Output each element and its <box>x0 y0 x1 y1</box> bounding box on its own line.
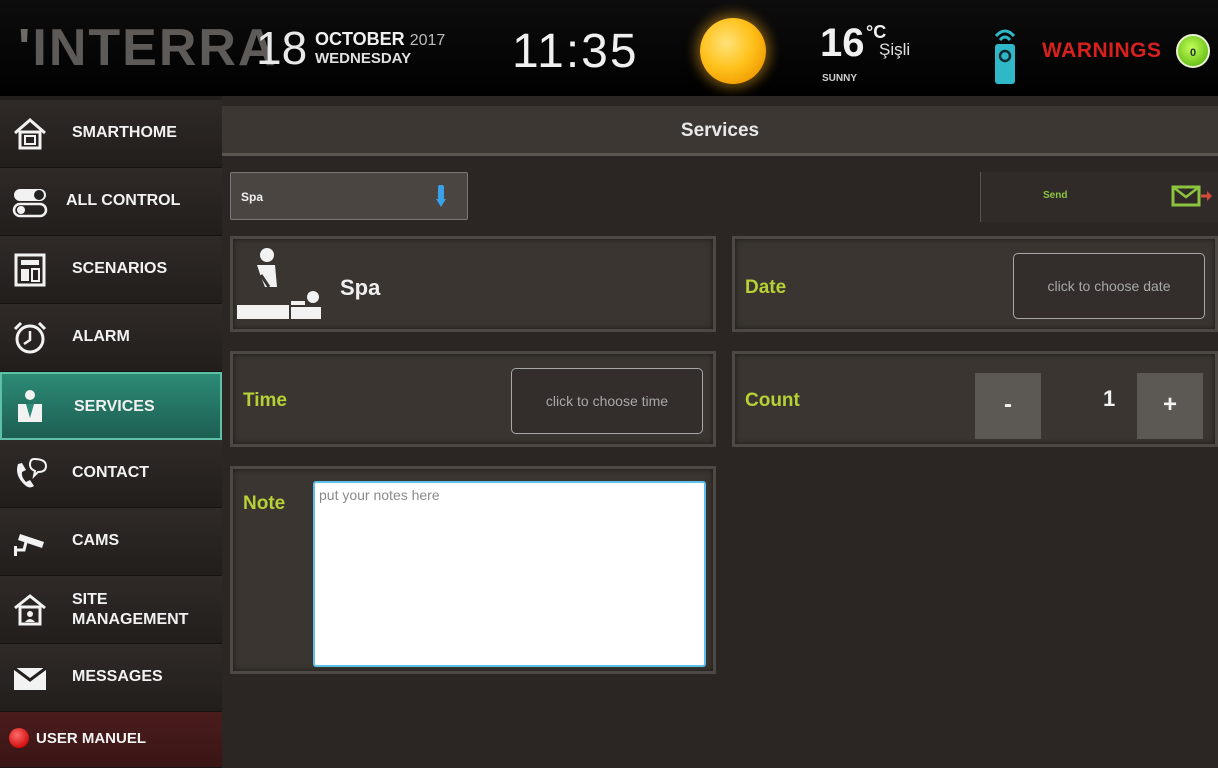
security-camera-icon <box>14 534 44 556</box>
date-panel: Date click to choose date <box>732 236 1218 332</box>
service-select[interactable]: Spa <box>230 172 468 220</box>
sidebar-item-label: SCENARIOS <box>72 260 168 277</box>
sidebar-item-label: SITE MANAGEMENT <box>72 591 189 628</box>
brand-logo: 'INTERRA <box>18 19 278 77</box>
clock-time: 11:35 <box>512 25 639 78</box>
toggle-icon <box>12 189 48 218</box>
send-button-label: Send <box>1043 190 1068 201</box>
scenario-panel-icon <box>14 253 46 287</box>
service-person-icon <box>18 390 42 422</box>
increment-button[interactable]: + <box>1137 373 1203 439</box>
choose-time-button[interactable]: click to choose time <box>511 368 703 434</box>
city-name: Şişli <box>879 40 911 59</box>
sidebar-item-label: ALL CONTROL <box>66 192 181 209</box>
sidebar-item-label: CONTACT <box>72 464 150 481</box>
sidebar-item-site-management[interactable]: SITE MANAGEMENT <box>0 576 222 644</box>
sidebar-item-messages[interactable]: MESSAGES <box>0 644 222 712</box>
sidebar-item-services[interactable]: SERVICES <box>0 372 222 440</box>
date-month-year: OCTOBER 2017 <box>315 29 446 49</box>
warnings-count-badge[interactable]: 0 <box>1176 34 1210 68</box>
date-day: 18 <box>256 22 308 74</box>
service-panel: Spa <box>230 236 716 332</box>
sidebar-item-label: SERVICES <box>74 398 155 415</box>
warnings-label[interactable]: WARNINGS <box>1042 39 1162 63</box>
count-label: Count <box>745 390 800 411</box>
sun-icon <box>700 18 766 84</box>
sidebar-item-alarm[interactable]: ALARM <box>0 304 222 372</box>
page-header: Services <box>222 106 1218 156</box>
sidebar-item-label: SMARTHOME <box>72 124 177 141</box>
sidebar-item-contact[interactable]: CONTACT <box>0 440 222 508</box>
phone-chat-icon <box>17 457 48 488</box>
service-panel-title: Spa <box>340 275 381 300</box>
temperature-value: 16 <box>820 21 865 65</box>
date-label: Date <box>745 277 787 298</box>
sidebar: SMARTHOME ALL CONTROL SCENARIOS ALARM SE… <box>0 96 222 768</box>
sidebar-item-label: ALARM <box>72 328 130 345</box>
sidebar-item-label: MESSAGES <box>72 668 163 685</box>
alarm-clock-icon <box>13 321 47 354</box>
count-panel: Count - 1 + <box>732 351 1218 447</box>
sidebar-item-scenarios[interactable]: SCENARIOS <box>0 236 222 304</box>
page-title: Services <box>680 120 760 141</box>
send-button[interactable]: Send <box>980 172 1218 222</box>
envelope-icon <box>13 666 47 690</box>
home-icon <box>14 118 46 150</box>
massage-icon <box>237 248 321 319</box>
note-panel: Note <box>230 466 716 674</box>
service-select-value: Spa <box>241 190 264 204</box>
sidebar-item-label: CAMS <box>72 532 120 549</box>
time-panel: Time click to choose time <box>230 351 716 447</box>
remote-control-icon[interactable] <box>990 22 1020 86</box>
sidebar-item-smarthome[interactable]: SMARTHOME <box>0 100 222 168</box>
time-label: Time <box>243 390 288 411</box>
date-weekday: WEDNESDAY <box>315 50 412 67</box>
red-dot-icon <box>9 728 29 748</box>
sidebar-item-all-control[interactable]: ALL CONTROL <box>0 168 222 236</box>
chevron-down-icon <box>436 185 446 207</box>
sidebar-item-label: USER MANUEL <box>36 730 147 747</box>
building-icon <box>14 594 46 626</box>
sidebar-item-cams[interactable]: CAMS <box>0 508 222 576</box>
weather-condition: SUNNY <box>822 73 858 84</box>
count-value: 1 <box>1103 386 1116 411</box>
main-content: Services Spa Send Spa Date click to choo… <box>222 96 1218 767</box>
choose-date-button[interactable]: click to choose date <box>1013 253 1205 319</box>
note-label: Note <box>243 493 286 514</box>
note-textarea[interactable] <box>313 481 706 667</box>
top-bar: 'INTERRA 18 OCTOBER 2017 WEDNESDAY 11:35… <box>0 0 1218 96</box>
sidebar-item-user-manual[interactable]: USER MANUEL <box>0 712 222 768</box>
send-mail-icon <box>1171 185 1212 207</box>
decrement-button[interactable]: - <box>975 373 1041 439</box>
